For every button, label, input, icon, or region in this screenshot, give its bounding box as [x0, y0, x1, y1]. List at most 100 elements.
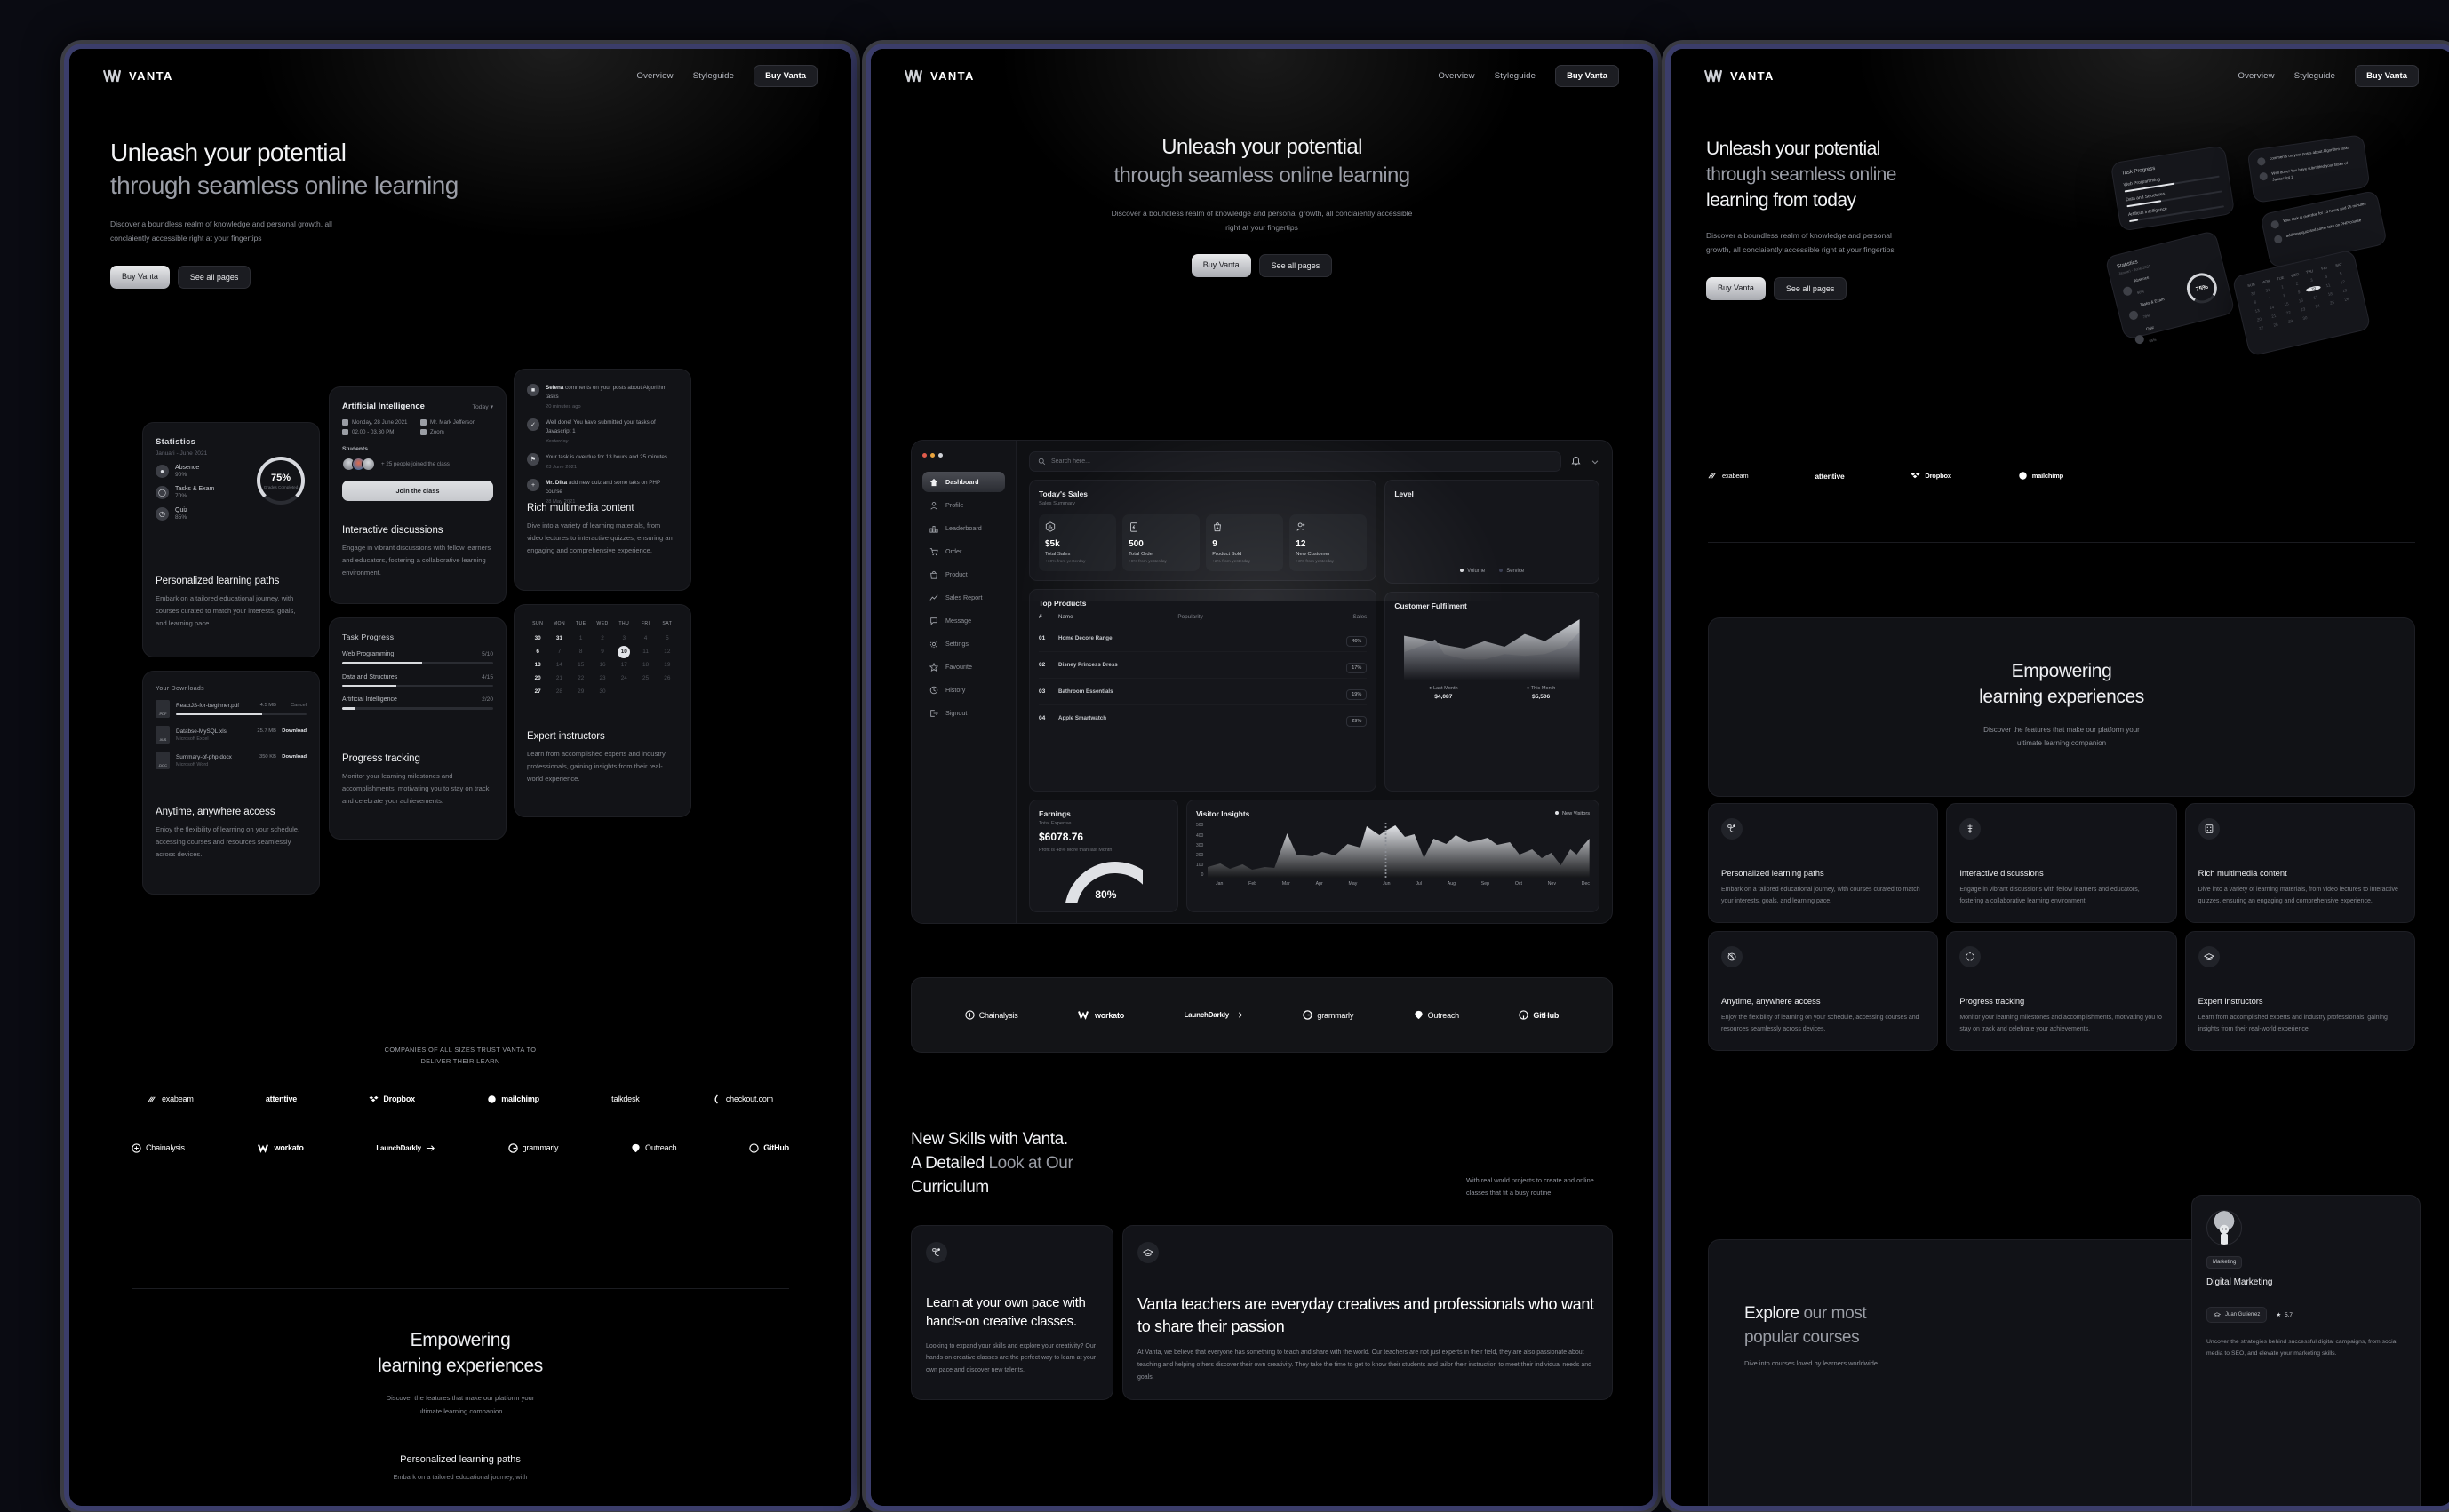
nav-link-overview[interactable]: Overview [1438, 71, 1474, 81]
bell-icon[interactable] [1570, 456, 1582, 467]
instructor-name: Juan Gutierrez [2225, 1312, 2261, 1317]
nav-link-overview[interactable]: Overview [636, 71, 673, 81]
calendar-day[interactable]: 2 [592, 632, 613, 645]
calendar-day[interactable]: 5 [657, 632, 678, 645]
divider [132, 1288, 789, 1289]
see-all-pages-button[interactable]: See all pages [1773, 276, 1847, 300]
sidebar-item-message[interactable]: Message [922, 610, 1005, 631]
class-today-dropdown[interactable]: Today ▾ [473, 403, 493, 410]
chevron-down-icon[interactable] [1591, 458, 1599, 466]
calendar-day[interactable]: 9 [592, 645, 613, 658]
exabeam-icon [1708, 473, 1716, 479]
calendar-day[interactable]: 31 [548, 632, 570, 645]
calendar-day[interactable]: 3 [613, 632, 634, 645]
task-progress-row: Data and Structures 4/15 [342, 674, 493, 687]
feature-body: Monitor your learning milestones and acc… [1959, 1014, 2162, 1032]
window-controls[interactable] [922, 453, 1005, 458]
calendar-day[interactable]: 15 [570, 658, 592, 672]
progress-icon [1959, 945, 1982, 967]
divider [1708, 542, 2415, 543]
calendar-day[interactable] [634, 685, 656, 698]
calendar-day[interactable]: 1 [570, 632, 592, 645]
calendar-day[interactable]: 27 [527, 685, 548, 698]
calendar-day[interactable]: 24 [613, 672, 634, 685]
calendar-day[interactable]: 13 [527, 658, 548, 672]
calendar-day[interactable]: 30 [527, 632, 548, 645]
see-all-pages-button[interactable]: See all pages [1258, 254, 1333, 278]
mailchimp-icon [488, 1094, 496, 1103]
download-button[interactable]: Download [276, 728, 307, 734]
search-input[interactable]: Search here... [1029, 451, 1561, 472]
calendar-icon [342, 419, 348, 426]
calendar-day-selected[interactable]: 10 [613, 645, 634, 658]
sidebar-item-favourite[interactable]: Favourite [922, 657, 1005, 677]
calendar-day[interactable]: 25 [634, 672, 656, 685]
see-all-pages-button[interactable]: See all pages [177, 265, 251, 289]
sidebar-item-signout[interactable]: Signout [922, 703, 1005, 723]
cancel-download-button[interactable]: Cancel [276, 703, 307, 708]
nav-link-styleguide[interactable]: Styleguide [2294, 71, 2335, 81]
buy-vanta-button[interactable]: Buy Vanta [110, 265, 170, 289]
calendar-day[interactable]: 8 [570, 645, 592, 658]
buy-vanta-button[interactable]: Buy Vanta [1706, 276, 1766, 300]
sidebar-item-history[interactable]: History [922, 680, 1005, 700]
sidebar-item-settings[interactable]: Settings [922, 633, 1005, 654]
chat-icon [1959, 818, 1982, 840]
brand[interactable]: VANTA [103, 69, 173, 83]
nav-buy-vanta-button[interactable]: Buy Vanta [2355, 65, 2419, 87]
sidebar-item-product[interactable]: Product [922, 564, 1005, 585]
person-icon [420, 419, 427, 426]
calendar-day[interactable]: 29 [570, 685, 592, 698]
notification-item: + Mr. Dika add new quiz and some taks on… [527, 479, 678, 505]
star-icon [929, 662, 938, 672]
row-number: 04 [1039, 715, 1046, 721]
calendar-day[interactable] [657, 685, 678, 698]
calendar-day[interactable]: 12 [657, 645, 678, 658]
sidebar-item-profile[interactable]: Profile [922, 495, 1005, 515]
course-card-digital-marketing[interactable]: Marketing Digital Marketing Juan Gutierr… [2191, 1195, 2421, 1506]
calendar-day[interactable]: 17 [613, 658, 634, 672]
calendar-day[interactable]: 23 [592, 672, 613, 685]
nav-buy-vanta-button[interactable]: Buy Vanta [1555, 65, 1619, 87]
nav-link-styleguide[interactable]: Styleguide [693, 71, 734, 81]
calendar-day[interactable]: 26 [657, 672, 678, 685]
calendar-day[interactable]: 21 [548, 672, 570, 685]
nav-buy-vanta-button[interactable]: Buy Vanta [754, 65, 818, 87]
calendar-day[interactable]: 4 [634, 632, 656, 645]
file-size: 4.5 MB [259, 703, 276, 709]
calendar-day[interactable] [613, 685, 634, 698]
stat-value: 85% [175, 514, 187, 521]
sidebar-item-leaderboard[interactable]: Leaderboard [922, 518, 1005, 538]
file-name: Databse-MySQL.xls [176, 728, 227, 735]
sidebar-item-sales-report[interactable]: Sales Report [922, 587, 1005, 608]
calendar-day[interactable]: 20 [527, 672, 548, 685]
feature-card-expert-instructors: Expert instructors Learn from accomplish… [2184, 930, 2415, 1051]
brand[interactable]: VANTA [905, 69, 975, 83]
buy-vanta-button[interactable]: Buy Vanta [1191, 254, 1251, 278]
instructor-avatar-icon [2217, 1221, 2231, 1245]
nav-link-styleguide[interactable]: Styleguide [1495, 71, 1536, 81]
calendar-day[interactable]: 16 [592, 658, 613, 672]
calendar-day[interactable]: 18 [634, 658, 656, 672]
navbar: VANTA Overview Styleguide Buy Vanta [871, 49, 1653, 87]
file-size: 25.7 MB [257, 728, 276, 734]
calendar-day[interactable]: 6 [527, 645, 548, 658]
calendar-widget[interactable]: SUN MON TUE WED THU FRI SAT 30 31 1 2 3 … [527, 621, 678, 698]
sidebar-item-dashboard[interactable]: Dashboard [922, 472, 1005, 492]
join-class-button[interactable]: Join the class [342, 481, 493, 501]
sidebar-item-order[interactable]: Order [922, 541, 1005, 561]
hero-buttons: Buy Vanta See all pages [110, 265, 851, 289]
calendar-day[interactable]: 11 [634, 645, 656, 658]
calendar-day[interactable]: 30 [592, 685, 613, 698]
calendar-day[interactable]: 19 [657, 658, 678, 672]
download-button[interactable]: Download [276, 754, 307, 760]
brand[interactable]: VANTA [1704, 69, 1775, 83]
calendar-day[interactable]: 28 [548, 685, 570, 698]
calendar-day[interactable]: 22 [570, 672, 592, 685]
calendar-day[interactable]: 14 [548, 658, 570, 672]
donut-label: Grades Completed [263, 484, 299, 489]
nav-link-overview[interactable]: Overview [2238, 71, 2274, 81]
row-number: 03 [1039, 688, 1046, 695]
notification-actor: Selena [546, 385, 564, 391]
calendar-day[interactable]: 7 [548, 645, 570, 658]
